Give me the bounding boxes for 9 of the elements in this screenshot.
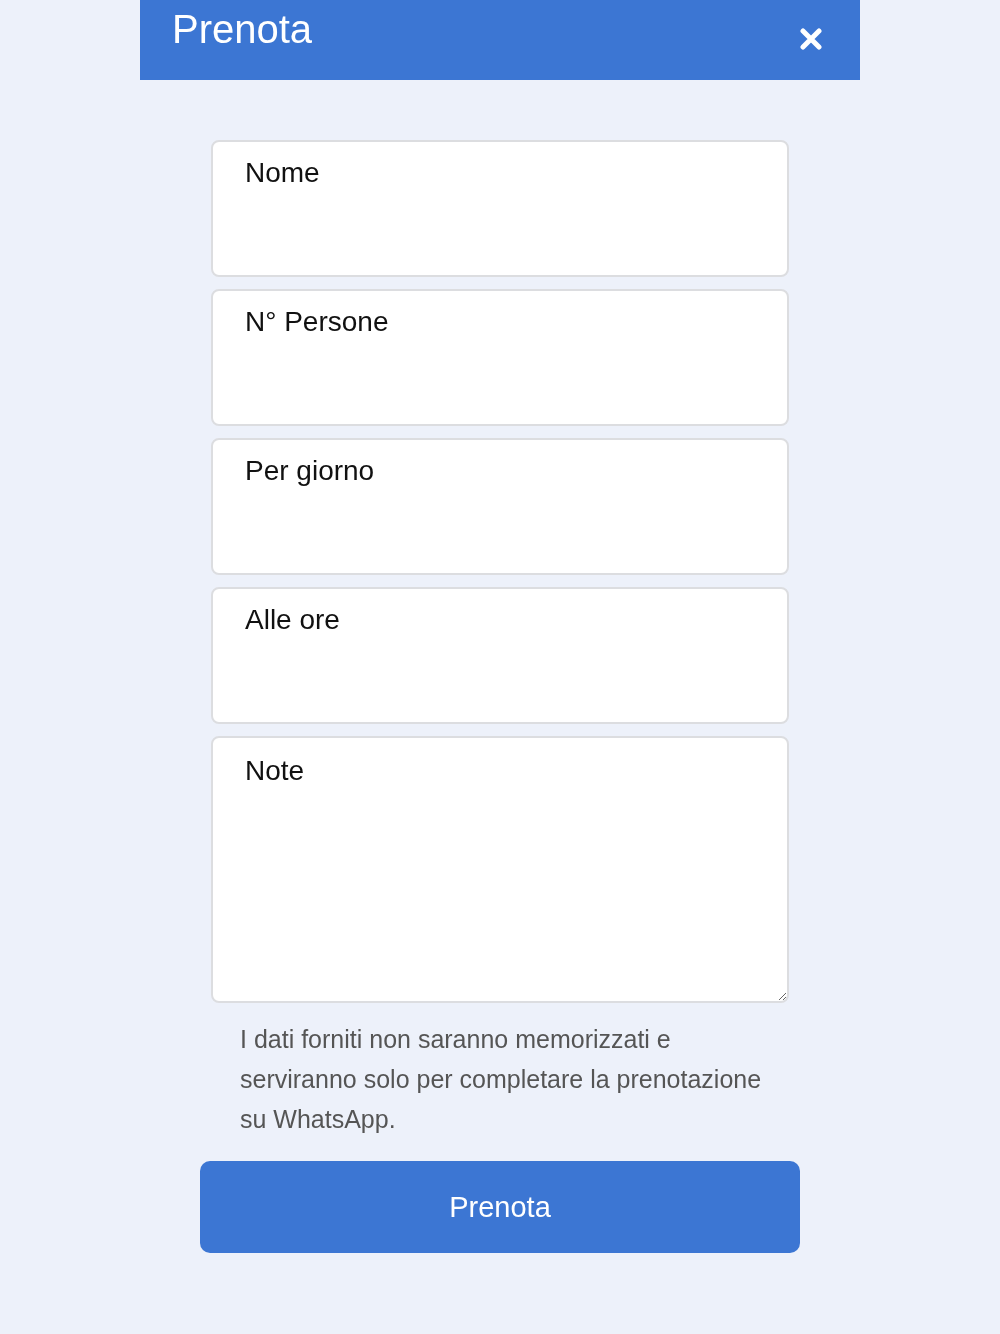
input-field[interactable]: Alle ore: [211, 587, 789, 724]
submit-button[interactable]: Prenota: [200, 1161, 800, 1253]
input-field[interactable]: N° Persone: [211, 289, 789, 426]
dialog-title: Prenota: [172, 6, 313, 53]
input-field[interactable]: Nome: [211, 140, 789, 277]
privacy-note: I dati forniti non saranno memorizzati e serviranno solo per completare la prenotazione su WhatsApp.: [240, 1024, 763, 1135]
input-field[interactable]: Per giorno: [211, 438, 789, 575]
notes-field[interactable]: Note: [211, 736, 789, 1003]
close-icon[interactable]: [800, 28, 822, 50]
